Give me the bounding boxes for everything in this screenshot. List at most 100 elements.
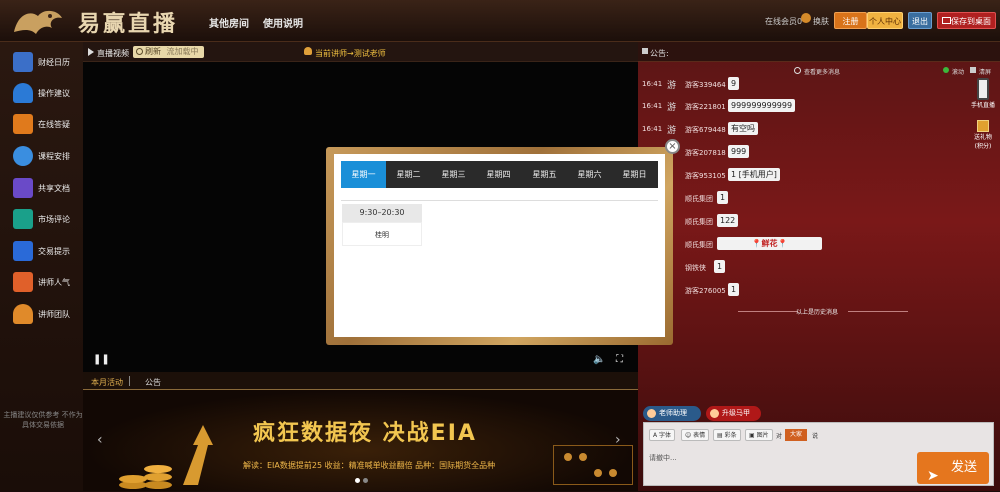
message-user[interactable]: 游客207818	[685, 148, 726, 158]
fullscreen-icon[interactable]: ⛶	[616, 354, 623, 365]
gift-button[interactable]: 送礼物(积分)	[970, 120, 996, 150]
history-end-label: 以上是历史消息	[796, 309, 839, 316]
emoji-icon: ☺	[685, 432, 694, 439]
chart-line-icon	[13, 178, 33, 198]
refresh-button[interactable]: 刷新 流加载中	[133, 46, 204, 58]
save-desktop-button[interactable]: 保存到桌面	[937, 12, 996, 29]
image-label: 图片	[756, 432, 769, 439]
monitor-icon	[942, 17, 951, 24]
sidebar-item-docs[interactable]: 共享文档	[0, 173, 83, 203]
sidebar-item-advice[interactable]: 操作建议	[0, 78, 83, 108]
schedule-time-cell: 9:30–20:30	[342, 204, 422, 222]
banner-subtitle: 解读：EIA数据提前25 收益：精准喊单收益翻倍 品种：国际期货全品种	[243, 461, 496, 470]
message-bubble: 1	[714, 260, 726, 273]
sidebar-item-label: 讲师人气	[38, 278, 70, 287]
bell-icon	[13, 83, 33, 103]
tab-friday[interactable]: 星期五	[522, 161, 567, 188]
logout-button[interactable]: 退出	[908, 12, 932, 29]
sidebar-item-tips[interactable]: 交易提示	[0, 236, 83, 266]
tab-activity[interactable]: 本月活动	[91, 377, 123, 388]
banner-prev-icon[interactable]: ‹	[97, 432, 103, 448]
message-bubble: 📍鲜花📍	[717, 237, 822, 250]
close-icon[interactable]: ×	[665, 139, 680, 154]
message-user[interactable]: 游客953105	[685, 171, 726, 181]
mobile-live-label: 手机直播	[970, 102, 995, 109]
sidebar-item-qa[interactable]: 在线答疑	[0, 109, 83, 139]
chat-message: 钢铁侠 1	[642, 260, 962, 274]
font-button[interactable]: A 字体	[649, 429, 676, 441]
sidebar-item-calendar[interactable]: 财经日历	[0, 47, 83, 77]
color-strip-label: 彩条	[724, 432, 737, 439]
save-desktop-label: 保存到桌面	[951, 17, 991, 26]
tab-tuesday[interactable]: 星期二	[386, 161, 431, 188]
user-center-button[interactable]: 个人中心	[867, 12, 903, 29]
emoji-label: 表情	[693, 432, 706, 439]
activity-banner[interactable]: 疯狂数据夜 决战EIA 解读：EIA数据提前25 收益：精准喊单收益翻倍 品种：…	[83, 390, 638, 491]
tab-sunday[interactable]: 星期日	[612, 161, 657, 188]
nav-other-rooms[interactable]: 其他房间	[209, 15, 249, 30]
calendar-icon	[13, 52, 33, 72]
view-more-link[interactable]: 查看更多消息	[804, 67, 840, 76]
thumbs-up-icon	[13, 272, 33, 292]
message-user[interactable]: 游客276005	[685, 286, 726, 296]
teacher-icon	[647, 409, 656, 418]
message-user[interactable]: 顺氏集团	[685, 240, 713, 250]
abacus-decoration	[553, 445, 633, 485]
sidebar-item-label: 财经日历	[38, 58, 70, 67]
phone-icon	[977, 78, 989, 100]
banner-dot[interactable]	[363, 478, 368, 483]
sidebar-item-label: 市场评论	[38, 215, 70, 224]
schedule-modal: 星期一 星期二 星期三 星期四 星期五 星期六 星期日 9:30–20:30 桂…	[334, 154, 665, 337]
nav-instructions[interactable]: 使用说明	[263, 15, 303, 30]
image-icon: ▣	[749, 432, 757, 439]
sidebar-item-market[interactable]: 市场评论	[0, 204, 83, 234]
emoji-button[interactable]: ☺ 表情	[681, 429, 710, 441]
upgrade-label: 升级马甲	[722, 409, 750, 417]
sidebar-item-label: 在线答疑	[38, 120, 70, 129]
volume-icon[interactable]: 🔈	[593, 354, 605, 365]
tab-thursday[interactable]: 星期四	[476, 161, 521, 188]
sidebar-item-courses[interactable]: 课程安排	[0, 141, 83, 171]
banner-dot[interactable]	[355, 478, 360, 483]
send-button[interactable]: ➤ 发送	[917, 452, 989, 484]
target-select[interactable]: 大家	[785, 429, 807, 441]
banner-next-icon[interactable]: ›	[615, 432, 621, 448]
message-user[interactable]: 游客679448	[685, 125, 726, 135]
coins-decoration	[119, 425, 213, 489]
message-user[interactable]: 游客339464	[685, 80, 726, 90]
message-bubble: 有空吗	[728, 122, 758, 135]
say-label: 说	[812, 433, 819, 440]
register-button[interactable]: 注册	[834, 12, 867, 29]
tab-wednesday[interactable]: 星期三	[431, 161, 476, 188]
sidebar-item-label: 共享文档	[38, 184, 70, 193]
tab-monday[interactable]: 星期一	[341, 161, 386, 188]
tab-saturday[interactable]: 星期六	[567, 161, 612, 188]
image-button[interactable]: ▣ 图片	[745, 429, 773, 441]
sidebar-item-label: 课程安排	[38, 152, 70, 161]
pause-icon[interactable]: ❚❚	[93, 354, 110, 365]
message-user[interactable]: 顺氏集团	[685, 194, 713, 204]
paper-plane-icon: ➤	[927, 468, 939, 484]
upgrade-button[interactable]: 升级马甲	[706, 406, 761, 421]
notice-icon	[642, 48, 648, 54]
message-user[interactable]: 游客221801	[685, 102, 726, 112]
chat-message: 16:41 游 游客221801 999999999999	[642, 99, 962, 113]
color-strip-button[interactable]: ▤ 彩条	[713, 429, 741, 441]
clear-icon[interactable]	[970, 67, 976, 73]
message-user[interactable]: 钢铁侠	[685, 263, 706, 273]
skin-link[interactable]: 换肤	[813, 16, 829, 27]
chat-input[interactable]: 请撤中...	[649, 453, 677, 463]
scroll-toggle-icon[interactable]	[943, 67, 949, 73]
message-user[interactable]: 顺氏集团	[685, 217, 713, 227]
sidebar-item-team[interactable]: 讲师团队	[0, 299, 83, 329]
top-bar: 易赢直播 其他房间 使用说明 在线会员0 换肤 注册 登录 个人中心 退出 保存…	[0, 0, 1000, 42]
tab-notice[interactable]: 公告	[145, 377, 161, 388]
mobile-live-button[interactable]: 手机直播	[970, 78, 996, 109]
banner-title: 疯狂数据夜 决战EIA	[253, 421, 477, 446]
person-icon	[13, 304, 33, 324]
chat-message: 游客207818 999	[642, 145, 962, 159]
assistant-button[interactable]: 老师助理	[643, 406, 701, 421]
rank-icon: 游	[667, 126, 677, 136]
sidebar-item-popularity[interactable]: 讲师人气	[0, 267, 83, 297]
current-lecturer: 当前讲师→测试老师	[315, 49, 386, 58]
